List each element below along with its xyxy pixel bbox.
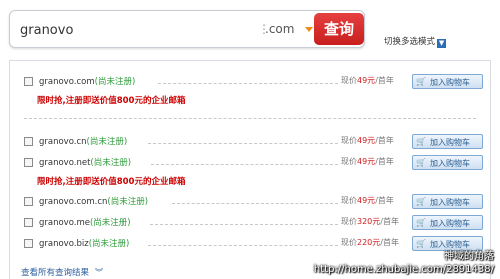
select-checkbox[interactable]	[24, 137, 33, 146]
promo-text: 限时抢,注册即送价值800元的企业邮箱	[37, 177, 186, 187]
status-label: (尚未注册)	[94, 77, 136, 87]
select-checkbox[interactable]	[24, 218, 33, 227]
add-to-cart-button[interactable]: 🛒 加入购物车	[412, 194, 483, 209]
domain-name: granovo.me(尚未注册)	[39, 218, 131, 228]
select-checkbox[interactable]	[24, 158, 33, 167]
view-all-results-label: 查看所有查询结果	[21, 268, 90, 278]
watermark-url: http://home.zhubajie.com/2891438/	[313, 264, 494, 275]
watermark: 神域的角落 http://home.zhubajie.com/2891438/	[314, 250, 494, 276]
leader-line	[150, 224, 338, 225]
select-checkbox[interactable]	[24, 197, 33, 206]
toggle-multi-select[interactable]: 切换多选模式 ▼	[384, 35, 447, 48]
cart-icon: 🛒	[416, 77, 426, 86]
result-row: granovo.com.cn(尚未注册) 现价49元/首年 🛒 加入购物车	[10, 194, 490, 210]
add-to-cart-button[interactable]: 🛒 加入购物车	[412, 215, 483, 230]
leader-line	[151, 164, 338, 165]
results-panel: granovo.com(尚未注册) 现价49元/首年 🛒 加入购物车 限时抢,注册…	[9, 60, 491, 279]
leader-line	[148, 245, 338, 246]
domain-suffix-select[interactable]: .com	[265, 21, 320, 39]
result-row: granovo.cn(尚未注册) 现价49元/首年 🛒 加入购物车	[10, 134, 490, 150]
dropdown-arrow-icon	[305, 27, 313, 32]
price: 现价49元/首年	[341, 196, 394, 205]
domain-name: granovo.cn(尚未注册)	[39, 137, 128, 147]
result-row: granovo.me(尚未注册) 现价320元/首年 🛒 加入购物车	[10, 215, 490, 231]
add-to-cart-button[interactable]: 🛒 加入购物车	[412, 74, 483, 89]
status-label: (尚未注册)	[90, 158, 132, 168]
search-input[interactable]	[20, 20, 245, 40]
toggle-multi-select-label: 切换多选模式	[384, 37, 436, 47]
price: 现价220元/首年	[341, 238, 399, 247]
price: 现价49元/首年	[341, 157, 394, 166]
separator-line	[24, 118, 476, 119]
result-row: granovo.com(尚未注册) 现价49元/首年 🛒 加入购物车	[10, 74, 490, 90]
status-label: (尚未注册)	[88, 239, 130, 249]
search-bar: ⋮ .com 查询	[9, 10, 365, 48]
search-box: ⋮ .com 查询	[9, 10, 365, 48]
search-button[interactable]: 查询	[314, 13, 364, 45]
cart-icon: 🛒	[416, 158, 426, 167]
add-to-cart-button[interactable]: 🛒 加入购物车	[412, 236, 483, 251]
status-label: (尚未注册)	[89, 218, 131, 228]
select-checkbox[interactable]	[24, 239, 33, 248]
double-chevron-down-icon: ︾	[95, 268, 104, 277]
leader-line	[158, 83, 338, 84]
view-all-results-link[interactable]: 查看所有查询结果 ︾	[21, 266, 103, 278]
add-to-cart-button[interactable]: 🛒 加入购物车	[412, 155, 483, 170]
watermark-title: 神域的角落	[444, 251, 494, 262]
promo-text: 限时抢,注册即送价值800元的企业邮箱	[37, 96, 186, 106]
cart-icon: 🛒	[416, 239, 426, 248]
domain-name: granovo.biz(尚未注册)	[39, 239, 130, 249]
leader-line	[172, 203, 338, 204]
cart-icon: 🛒	[416, 197, 426, 206]
cart-icon: 🛒	[416, 137, 426, 146]
domain-name: granovo.net(尚未注册)	[39, 158, 132, 168]
select-checkbox[interactable]	[24, 77, 33, 86]
result-row: granovo.net(尚未注册) 现价49元/首年 🛒 加入购物车	[10, 155, 490, 171]
status-label: (尚未注册)	[86, 137, 128, 147]
leader-line	[148, 143, 338, 144]
cart-icon: 🛒	[416, 218, 426, 227]
chevron-down-icon: ▼	[437, 39, 447, 48]
suffix-label: .com	[265, 22, 295, 36]
status-label: (尚未注册)	[107, 197, 149, 207]
domain-name: granovo.com.cn(尚未注册)	[39, 197, 149, 207]
domain-name: granovo.com(尚未注册)	[39, 77, 136, 87]
price: 现价49元/首年	[341, 136, 394, 145]
add-to-cart-button[interactable]: 🛒 加入购物车	[412, 134, 483, 149]
price: 现价49元/首年	[341, 76, 394, 85]
price: 现价320元/首年	[341, 217, 399, 226]
